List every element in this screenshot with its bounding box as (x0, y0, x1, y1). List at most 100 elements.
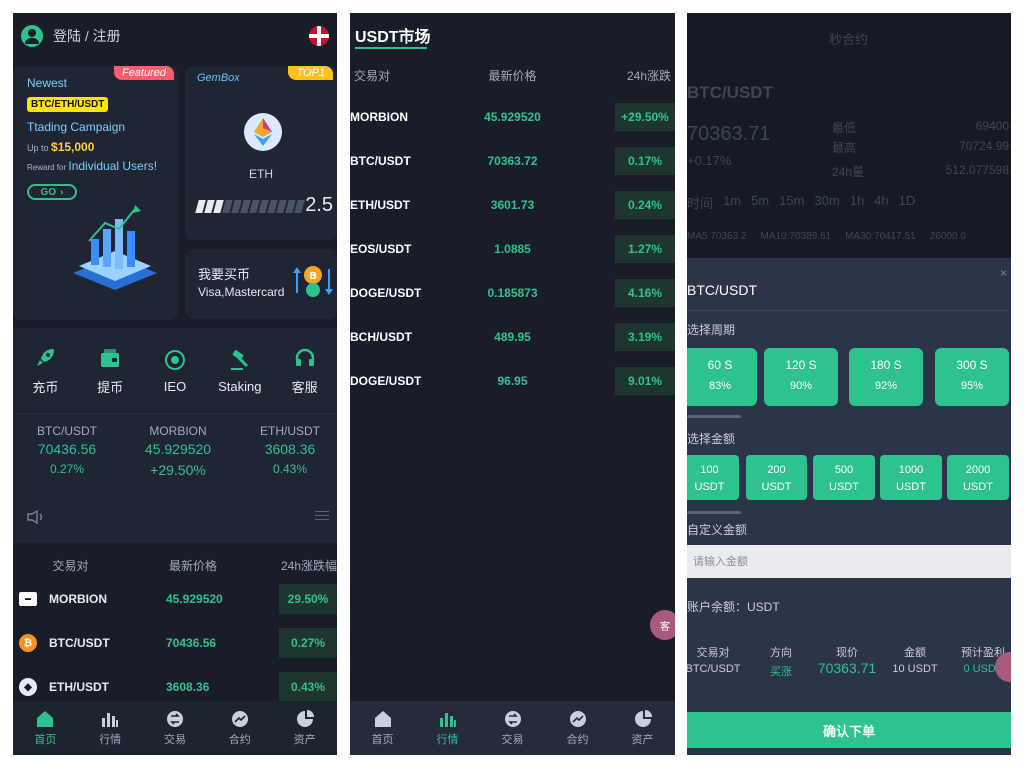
period-rate: 83% (708, 380, 732, 392)
ticker-btc[interactable]: BTC/USDT 70436.56 0.27% (17, 424, 117, 476)
period-option[interactable]: 300 S 95% (935, 348, 1009, 406)
ticker-pair: ETH/USDT (260, 424, 320, 438)
amount-option[interactable]: 500 USDT (813, 455, 875, 500)
upto-amount: $15,000 (51, 140, 95, 154)
table-row[interactable]: DOGE/USDT 0.185873 4.16% (350, 271, 675, 315)
amount-option[interactable]: 200 USDT (746, 455, 807, 500)
quick-action-withdraw[interactable]: 提币 (80, 345, 140, 396)
tab-trade[interactable]: 交易 (145, 710, 205, 747)
header-price: 最新价格 (488, 69, 537, 83)
amount-unit: USDT (761, 481, 792, 493)
bg-stat-value: 69400 (975, 119, 1009, 133)
table-row[interactable]: BCH/USDT 489.95 3.19% (350, 315, 675, 359)
ticker-price: 70436.56 (37, 441, 97, 457)
amount-unit: USDT (829, 481, 859, 493)
amount-section-label: 选择金额 (687, 432, 736, 446)
progress-segment (294, 200, 305, 213)
contract-screen: 秒合约 BTC/USDT 70363.71 +0.17% 最低 69400 最高… (687, 13, 1011, 755)
scroll-indicator (687, 511, 741, 514)
quick-action-ieo[interactable]: IEO (145, 347, 205, 394)
tab-home[interactable]: 首页 (15, 710, 75, 747)
row-change: 3.19% (615, 323, 675, 351)
arrow-right-icon: › (60, 186, 64, 198)
go-button[interactable]: GO › (27, 184, 77, 200)
table-row[interactable]: ₿ BTC/USDT 70436.56 0.27% (13, 621, 337, 665)
amount-option[interactable]: 1000 USDT (880, 455, 942, 500)
ticker-morbion[interactable]: MORBION 45.929520 +29.50% (128, 424, 228, 478)
confirm-order-button[interactable]: 确认下单 (687, 712, 1011, 748)
tab-contract[interactable]: 合约 (548, 710, 608, 747)
table-row[interactable]: EOS/USDT 1.0885 1.27% (350, 227, 675, 271)
row-change: +29.50% (615, 103, 675, 131)
ticker-price: 45.929520 (144, 441, 212, 457)
table-row[interactable]: DOGE/USDT 96.95 9.01% (350, 359, 675, 403)
period-duration: 300 S (956, 358, 988, 372)
quick-action-deposit[interactable]: 充币 (15, 345, 75, 396)
row-price: 3608.36 (166, 680, 210, 694)
period-rate: 95% (960, 380, 984, 392)
amount-option[interactable]: 100 USDT (687, 455, 739, 500)
table-row[interactable]: BTC/USDT 70363.72 0.17% (350, 139, 675, 183)
period-option[interactable]: 180 S 92% (849, 348, 923, 406)
buy-crypto-card[interactable]: 我要买币 Visa,Mastercard B (185, 249, 337, 319)
table-row[interactable]: ▬ MORBION 45.929520 29.50% (13, 577, 337, 621)
float-label: 客 (660, 621, 670, 633)
tab-contract[interactable]: 合约 (210, 710, 270, 747)
reward-target: Individual Users! (68, 159, 158, 173)
tab-label: 资产 (631, 733, 654, 746)
table-row[interactable]: MORBION 45.929520 +29.50% (350, 95, 675, 139)
ticker-eth[interactable]: ETH/USDT 3608.36 0.43% (240, 424, 337, 476)
pie-icon (296, 709, 314, 727)
row-change: 29.50% (279, 584, 337, 614)
chart-bars-icon (102, 712, 119, 727)
market-title[interactable]: USDT市场 (355, 23, 431, 47)
gembox-banner[interactable]: GemBox TOP1 ETH 2.5 (185, 66, 337, 240)
tab-trade[interactable]: 交易 (483, 710, 543, 747)
tab-assets[interactable]: 资产 (275, 709, 335, 747)
active-tab-indicator (355, 47, 427, 49)
ticker-summary: BTC/USDT 70436.56 0.27% MORBION 45.92952… (13, 413, 337, 543)
bg-period: 1h (849, 193, 865, 208)
quick-action-support[interactable]: 客服 (275, 345, 335, 396)
period-option[interactable]: 60 S 83% (687, 348, 757, 406)
row-change: 1.27% (615, 235, 675, 263)
tab-assets[interactable]: 资产 (613, 709, 673, 747)
ticker-change: 0.27% (49, 462, 85, 476)
quick-action-staking[interactable]: Staking (210, 347, 270, 394)
customer-service-float-button[interactable]: 客 (650, 610, 675, 640)
tab-home[interactable]: 首页 (353, 710, 413, 747)
speaker-icon[interactable] (27, 510, 45, 524)
row-change: 0.43% (279, 672, 337, 702)
contract-icon (569, 710, 586, 727)
dimmed-background: 秒合约 BTC/USDT 70363.71 +0.17% 最低 69400 最高… (687, 13, 1011, 258)
bg-kline-info: MA5:70363.2 MA10:70389.61 MA30:70417.51 … (687, 231, 966, 242)
row-change: 0.27% (279, 628, 337, 658)
row-pair: BTC/USDT (350, 154, 411, 168)
amount-option[interactable]: 2000 USDT (947, 455, 1009, 500)
home-header: 登陆 / 注册 (13, 13, 337, 59)
order-col-label: 交易对 (696, 647, 730, 659)
tab-label: 首页 (371, 733, 394, 746)
period-option[interactable]: 120 S 90% (764, 348, 838, 406)
eth-icon (244, 113, 282, 151)
trade-icon (166, 710, 183, 727)
menu-icon[interactable] (315, 511, 329, 523)
home-market-list: 交易对 最新价格 24h涨跌幅 ▬ MORBION 45.929520 29.50… (13, 553, 337, 709)
gembox-ratio: 2.5 (305, 194, 333, 216)
login-register-link[interactable]: 登陆 / 注册 (53, 26, 121, 46)
uk-flag-icon[interactable] (309, 26, 329, 46)
close-icon[interactable]: × (1000, 266, 1007, 280)
market-header: 交易对 最新价格 24h涨跌幅 (13, 553, 337, 577)
campaign-banner[interactable]: Featured Newest BTC/ETH/USDT Ttading Cam… (13, 66, 178, 320)
avatar-icon[interactable] (21, 25, 43, 47)
btc-icon: ₿ (19, 634, 37, 652)
tab-market[interactable]: 行情 (418, 710, 478, 747)
buy-crypto-title: 我要买币 (198, 267, 251, 282)
table-row[interactable]: ETH/USDT 3601.73 0.24% (350, 183, 675, 227)
custom-amount-input[interactable] (687, 545, 1011, 578)
banner-pairs: BTC/ETH/USDT (27, 97, 109, 112)
contract-icon (231, 710, 248, 727)
tab-market[interactable]: 行情 (80, 710, 140, 747)
gembox-coin-label: ETH (249, 167, 273, 181)
row-change: 0.17% (615, 147, 675, 175)
